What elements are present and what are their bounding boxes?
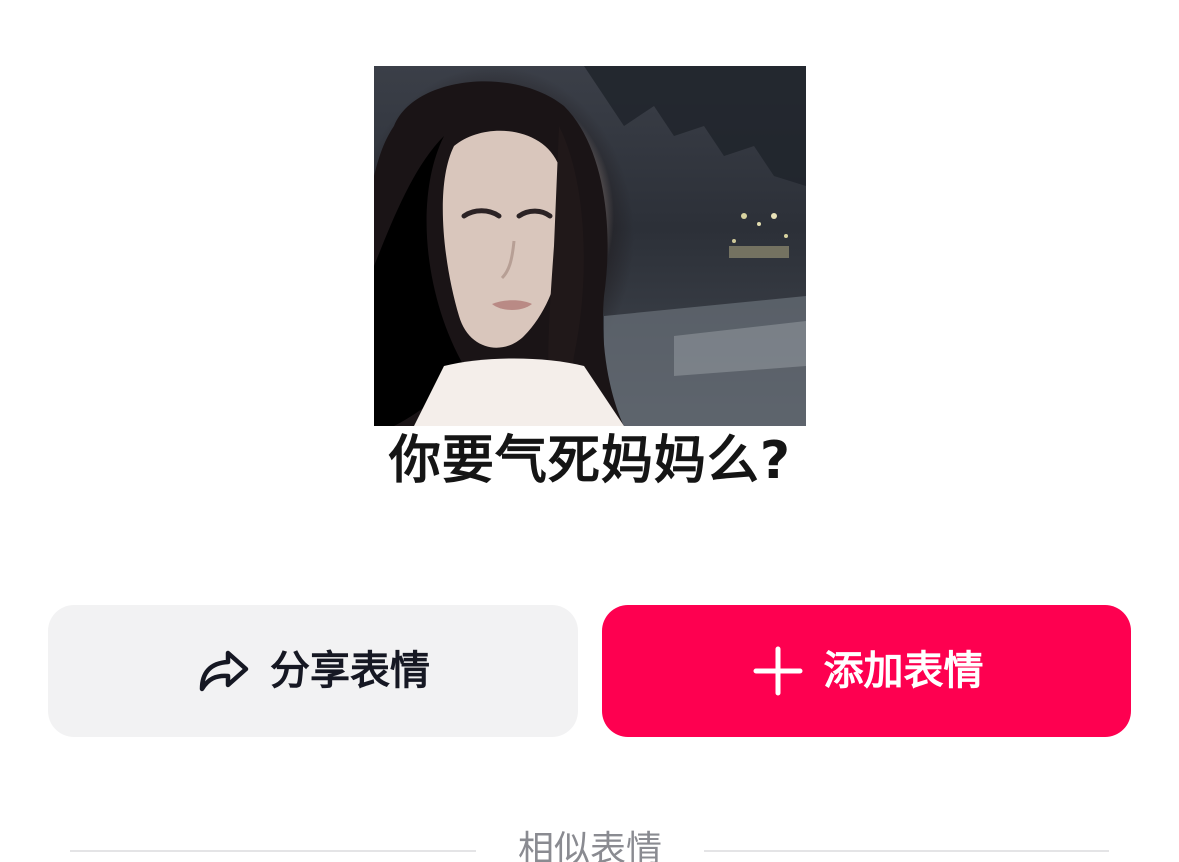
divider-left (70, 850, 476, 852)
share-arrow-icon (196, 643, 252, 699)
sticker-caption: 你要气死妈妈么? (374, 426, 806, 496)
plus-icon (750, 643, 806, 699)
share-sticker-label: 分享表情 (270, 648, 430, 694)
similar-stickers-header: 相似表情 (70, 815, 1109, 862)
sticker-detail-page: 你要气死妈妈么? 分享表情 添加表情 相似表情 (0, 0, 1179, 862)
sticker-photo-art (374, 66, 806, 426)
add-sticker-button[interactable]: 添加表情 (602, 605, 1131, 737)
sticker-image[interactable]: 你要气死妈妈么? (374, 66, 806, 496)
sticker-photo (374, 66, 806, 426)
add-sticker-label: 添加表情 (823, 648, 984, 694)
share-sticker-button[interactable]: 分享表情 (48, 605, 578, 737)
divider-right (704, 850, 1109, 852)
similar-stickers-title: 相似表情 (517, 829, 662, 862)
